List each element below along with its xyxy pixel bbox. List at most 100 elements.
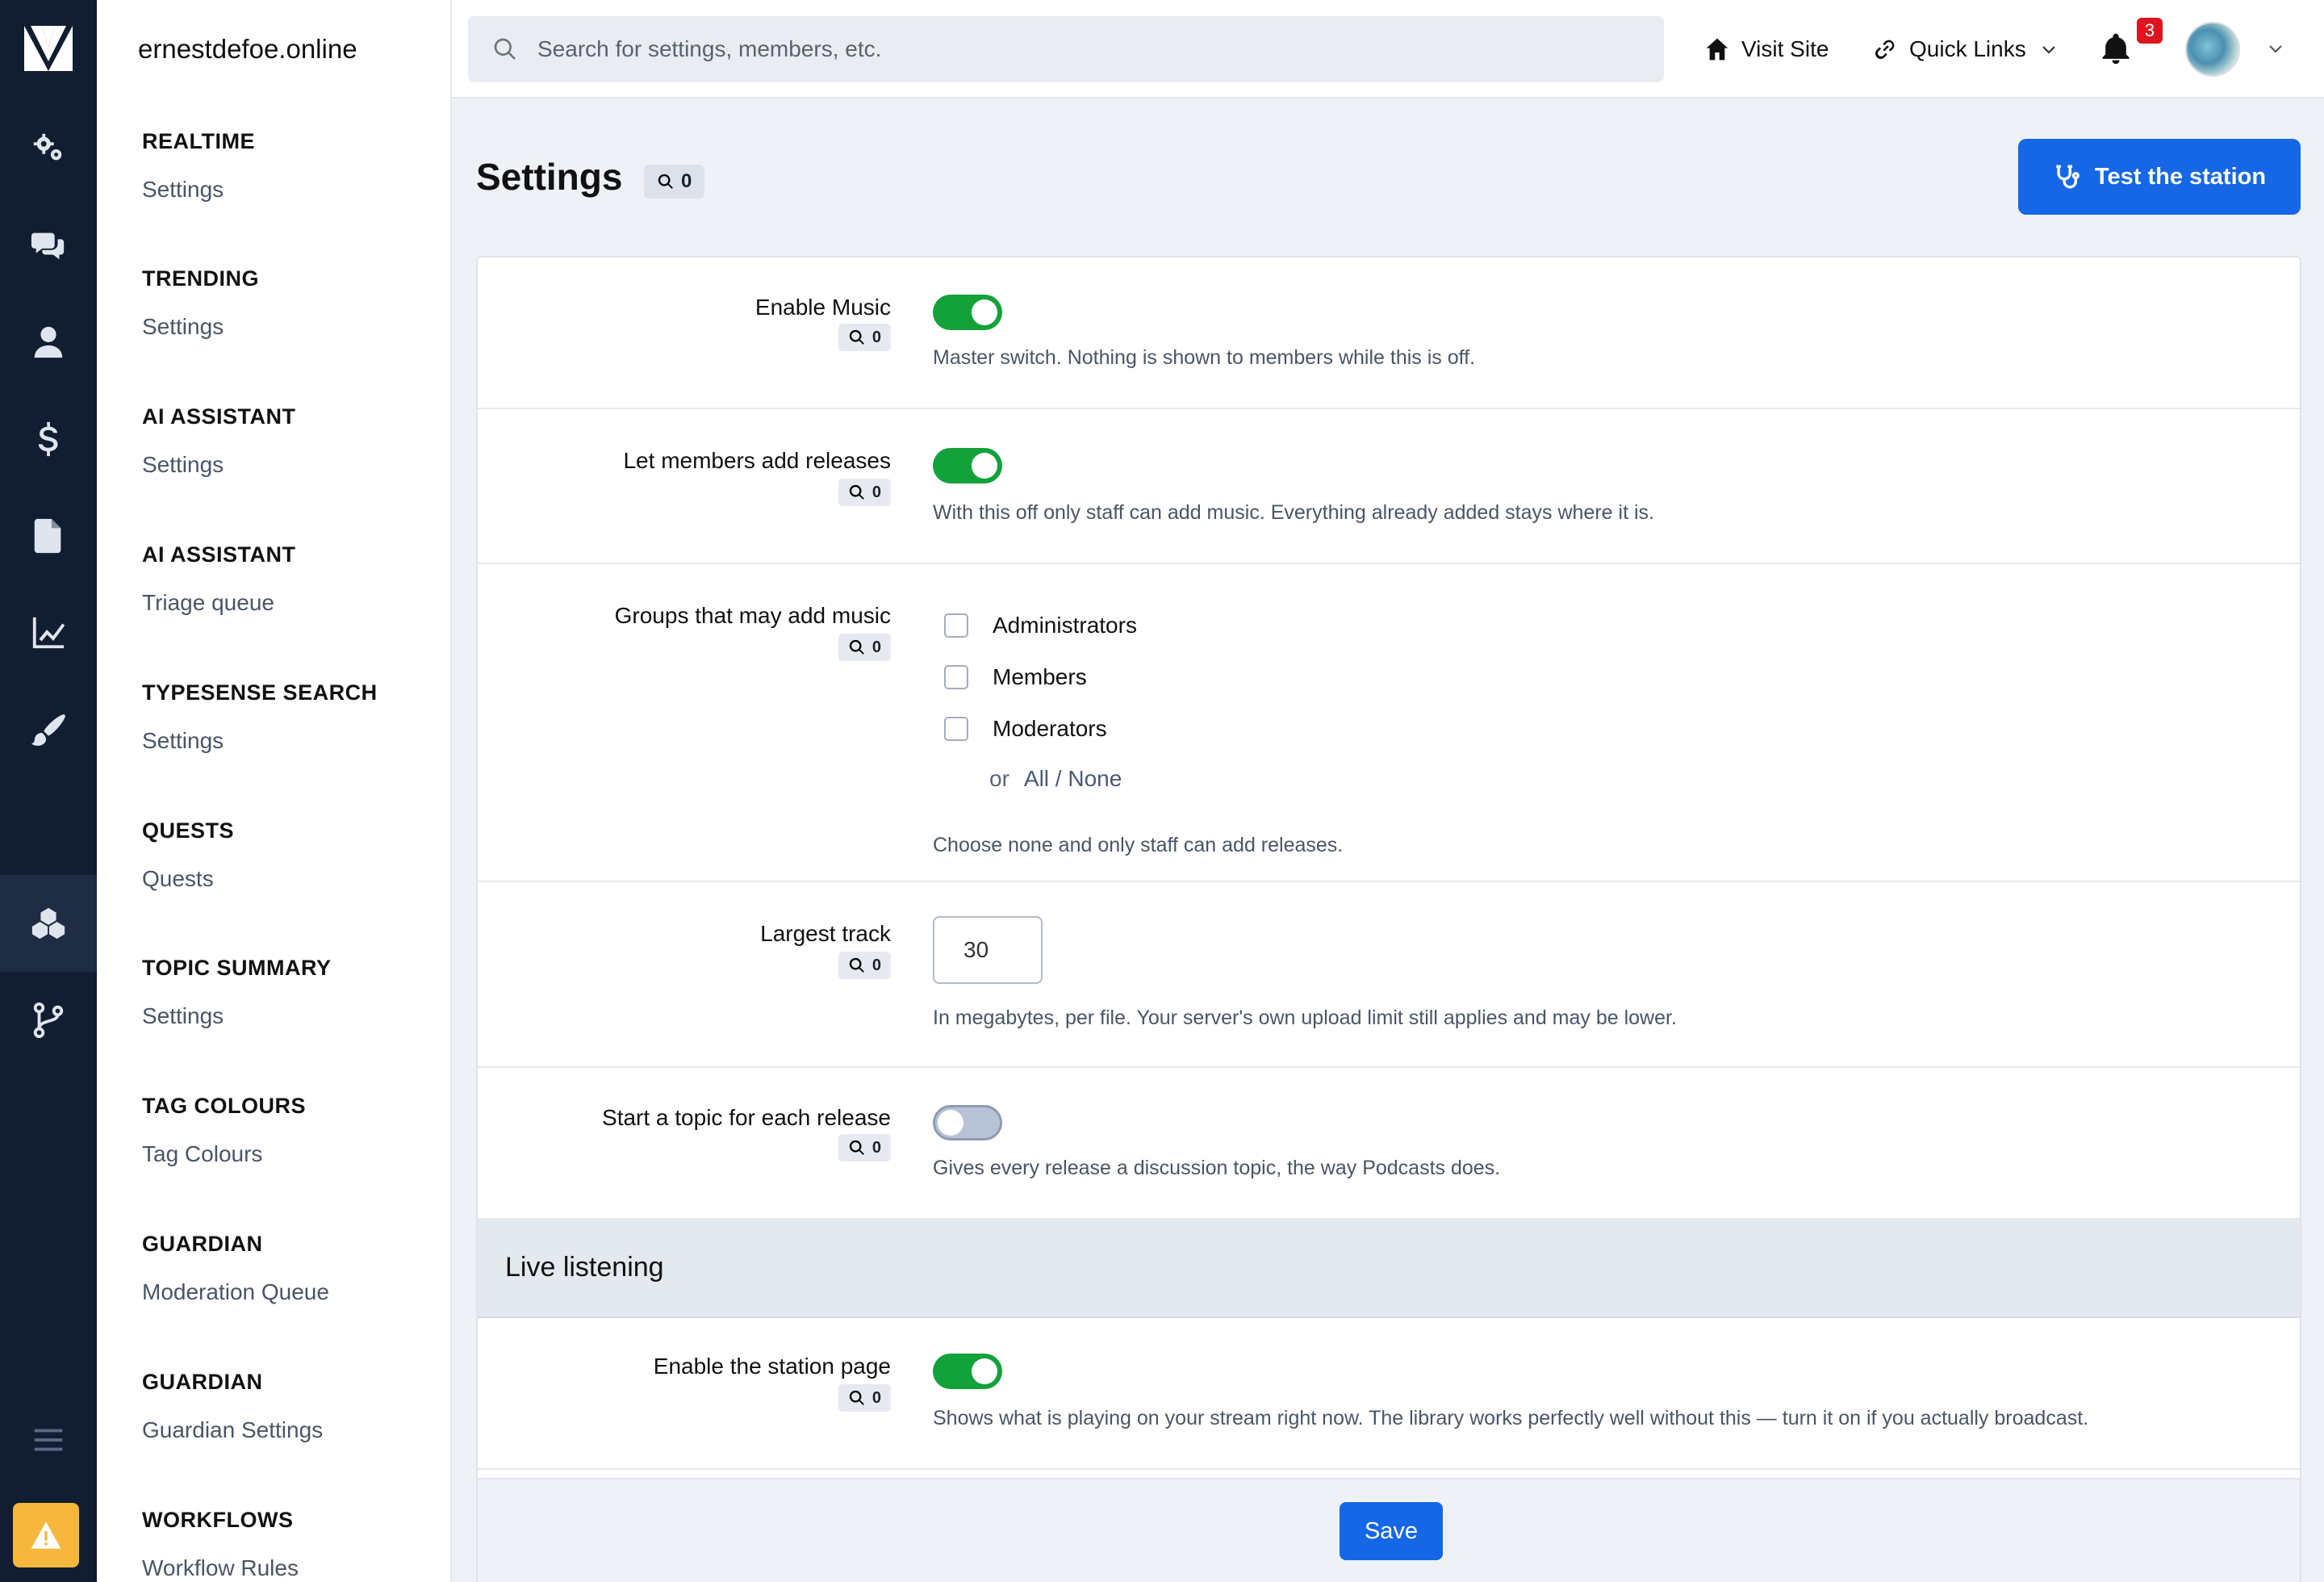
search-icon — [494, 38, 516, 60]
warning-button[interactable] — [13, 1503, 79, 1567]
setting-label: Start a topic for each release — [602, 1105, 891, 1130]
nav-group-title: TOPIC SUMMARY — [142, 956, 332, 980]
top-bar: Visit Site Quick Links 3 — [452, 0, 2324, 98]
section-title: Live listening — [505, 1252, 664, 1283]
setting-description: With this off only staff can add music. … — [933, 501, 1654, 524]
setting-topic-each: Start a topic for each release 0 Gives e… — [478, 1068, 2300, 1220]
select-all-none: or All / None — [989, 766, 1137, 792]
nav-link[interactable]: Tag Colours — [142, 1141, 306, 1167]
main-content: Settings 0 Test the station Enable Music… — [452, 98, 2324, 1582]
search-count-badge[interactable]: 0 — [644, 165, 705, 199]
setting-label: Largest track — [760, 921, 891, 946]
visit-site-label: Visit Site — [1741, 36, 1829, 61]
icon-rail — [0, 0, 97, 1582]
nav-group: TOPIC SUMMARY Settings — [142, 956, 332, 1029]
setting-groups: Groups that may add music 0 Administrato… — [478, 564, 2300, 882]
paintbrush-icon[interactable] — [0, 681, 97, 778]
avatar-chevron-down-icon[interactable] — [2266, 39, 2285, 58]
members-add-toggle[interactable] — [933, 448, 1002, 483]
nav-link[interactable]: Settings — [142, 177, 255, 203]
nav-group-title: WORKFLOWS — [142, 1508, 294, 1532]
nav-link[interactable]: Settings — [142, 452, 296, 478]
home-icon — [1706, 38, 1728, 61]
save-bar: Save — [478, 1478, 2300, 1582]
quick-links-dropdown[interactable]: Quick Links — [1872, 29, 2070, 69]
nav-group: WORKFLOWS Workflow Rules — [142, 1508, 299, 1581]
chevron-down-icon — [2042, 46, 2055, 54]
page-title: Settings — [476, 156, 623, 198]
nav-link[interactable]: Settings — [142, 728, 378, 754]
topic-each-toggle[interactable] — [933, 1105, 1002, 1140]
setting-search-count[interactable]: 0 — [838, 479, 891, 506]
station-page-toggle[interactable] — [933, 1354, 1002, 1389]
nav-group-title: TYPESENSE SEARCH — [142, 680, 378, 705]
link-icon — [1875, 40, 1895, 59]
count-value: 0 — [872, 638, 881, 656]
chat-bubbles-icon[interactable] — [0, 197, 97, 294]
checkbox-members[interactable]: Members — [933, 651, 1137, 703]
nav-link[interactable]: Guardian Settings — [142, 1417, 323, 1443]
save-button[interactable]: Save — [1340, 1502, 1443, 1560]
nav-link[interactable]: Settings — [142, 1003, 332, 1029]
nav-group: REALTIME Settings — [142, 129, 255, 203]
setting-search-count[interactable]: 0 — [838, 1134, 891, 1161]
document-icon[interactable] — [0, 488, 97, 584]
setting-label: Let members add releases — [623, 448, 891, 473]
search-icon — [849, 1390, 864, 1405]
test-station-button[interactable]: Test the station — [2018, 139, 2301, 215]
brand-logo[interactable] — [23, 23, 74, 74]
search-icon — [849, 329, 864, 345]
count-value: 0 — [872, 956, 881, 974]
setting-description: Shows what is playing on your stream rig… — [933, 1407, 2089, 1429]
dollar-icon[interactable] — [0, 391, 97, 488]
nav-group-title: GUARDIAN — [142, 1370, 263, 1394]
setting-description: Choose none and only staff can add relea… — [933, 834, 1344, 856]
git-branch-icon[interactable] — [0, 972, 97, 1069]
notification-badge: 3 — [2137, 18, 2163, 44]
largest-track-input[interactable] — [933, 916, 1043, 984]
setting-description: Gives every release a discussion topic, … — [933, 1157, 1501, 1179]
checkbox-box[interactable] — [944, 717, 968, 741]
search-bar[interactable] — [468, 16, 1664, 82]
setting-search-count[interactable]: 0 — [838, 1384, 891, 1412]
nav-link[interactable]: Settings — [142, 314, 259, 340]
nav-group: QUESTS Quests — [142, 818, 234, 892]
notifications-button[interactable] — [2098, 31, 2134, 66]
search-icon — [849, 957, 864, 973]
nav-group-title: TAG COLOURS — [142, 1094, 306, 1118]
person-icon[interactable] — [0, 294, 97, 391]
quick-links-label: Quick Links — [1909, 36, 2026, 61]
user-avatar[interactable] — [2185, 22, 2240, 77]
plugin-nav: ernestdefoe.online REALTIME Settings TRE… — [97, 0, 452, 1582]
chart-icon[interactable] — [0, 584, 97, 681]
nav-group-title: AI ASSISTANT — [142, 404, 296, 429]
checkbox-moderators[interactable]: Moderators — [933, 703, 1137, 755]
search-icon — [849, 484, 864, 500]
checkbox-administrators[interactable]: Administrators — [933, 600, 1137, 651]
collapse-menu-icon[interactable] — [0, 1392, 97, 1488]
search-input[interactable] — [537, 36, 1586, 62]
enable-music-toggle[interactable] — [933, 295, 1002, 330]
nav-link[interactable]: Quests — [142, 866, 234, 892]
count-value: 0 — [872, 328, 881, 346]
plugins-icon[interactable] — [0, 875, 97, 972]
setting-label: Enable the station page — [653, 1354, 891, 1379]
group-checkboxes: Administrators Members Moderators or All … — [933, 600, 1137, 792]
visit-site-link[interactable]: Visit Site — [1704, 29, 1829, 69]
wrench-gears-icon[interactable] — [0, 100, 97, 197]
nav-link[interactable]: Workflow Rules — [142, 1555, 299, 1581]
setting-description: In megabytes, per file. Your server's ow… — [933, 1007, 1677, 1029]
setting-search-count[interactable]: 0 — [838, 952, 891, 979]
settings-card: Enable Music 0 Master switch. Nothing is… — [476, 256, 2301, 1582]
checkbox-box[interactable] — [944, 613, 968, 638]
setting-search-count[interactable]: 0 — [838, 634, 891, 661]
nav-link[interactable]: Moderation Queue — [142, 1279, 329, 1305]
nav-link[interactable]: Triage queue — [142, 590, 296, 616]
search-icon — [849, 639, 864, 655]
nav-group-title: REALTIME — [142, 129, 255, 153]
setting-search-count[interactable]: 0 — [838, 324, 891, 351]
checkbox-box[interactable] — [944, 665, 968, 689]
nav-group-title: GUARDIAN — [142, 1232, 263, 1256]
nav-group: GUARDIAN Moderation Queue — [142, 1232, 329, 1305]
all-none-link[interactable]: All / None — [1024, 766, 1122, 791]
